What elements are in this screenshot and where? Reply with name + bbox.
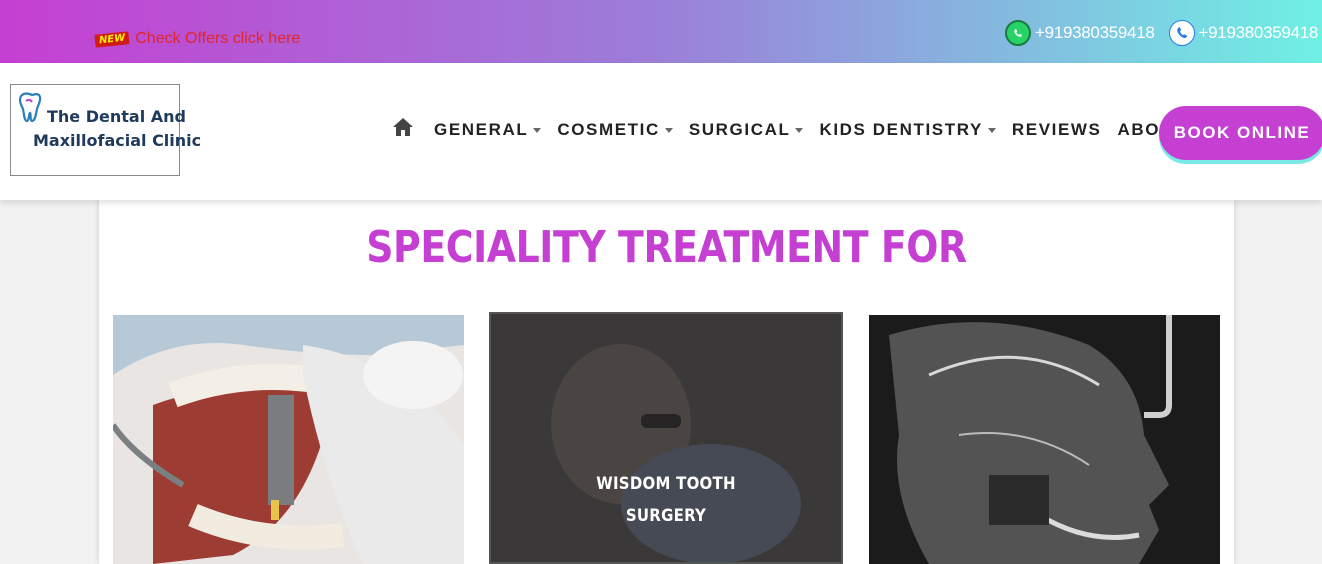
tooth-logo-icon — [18, 92, 42, 123]
card-label: WISDOM TOOTH SURGERY — [596, 474, 736, 526]
whatsapp-contact[interactable]: +919380359418 — [1005, 20, 1155, 46]
caret-down-icon — [533, 128, 542, 133]
main-navbar: The Dental And Maxillofacial Clinic GENE… — [0, 63, 1322, 200]
clinic-logo[interactable]: The Dental And Maxillofacial Clinic — [10, 84, 201, 176]
caret-down-icon — [795, 128, 804, 133]
nav-menu: GENERAL COSMETIC SURGICAL KIDS DENTISTRY… — [392, 117, 1215, 142]
dental-implant-image — [113, 315, 464, 564]
top-bar: NEW Check Offers click here +91938035941… — [0, 0, 1322, 63]
whatsapp-icon — [1005, 20, 1032, 46]
nav-kids-dentistry[interactable]: KIDS DENTISTRY — [819, 120, 996, 140]
contact-links: +919380359418 +919380359418 — [991, 20, 1318, 46]
section-title: SPECIALITY TREATMENT FOR — [366, 222, 967, 273]
caret-down-icon — [664, 128, 673, 133]
nav-general[interactable]: GENERAL — [434, 120, 542, 140]
offer-link[interactable]: NEW Check Offers click here — [94, 30, 300, 48]
logo-line-1: The Dental And — [47, 107, 186, 126]
whatsapp-number: +919380359418 — [1035, 23, 1155, 42]
phone-contact[interactable]: +919380359418 — [1168, 20, 1319, 46]
phone-number: +919380359418 — [1198, 23, 1319, 42]
treatment-card-xray[interactable] — [869, 315, 1220, 564]
caret-down-icon — [987, 128, 996, 133]
treatment-card-wisdom-tooth[interactable]: WISDOM TOOTH SURGERY — [489, 312, 843, 564]
nav-cosmetic[interactable]: COSMETIC — [557, 120, 673, 140]
nav-surgical[interactable]: SURGICAL — [689, 120, 804, 140]
treatment-card-implant[interactable] — [113, 315, 464, 564]
phone-icon — [1168, 20, 1195, 46]
logo-line-2: Maxillofacial Clinic — [33, 131, 202, 150]
offer-link-text[interactable]: Check Offers click here — [135, 30, 300, 48]
book-online-button[interactable]: BOOK ONLINE — [1159, 106, 1322, 160]
home-icon[interactable] — [392, 117, 414, 142]
new-badge: NEW — [94, 30, 130, 48]
nav-reviews[interactable]: REVIEWS — [1012, 120, 1102, 140]
skull-xray-image — [869, 315, 1220, 564]
